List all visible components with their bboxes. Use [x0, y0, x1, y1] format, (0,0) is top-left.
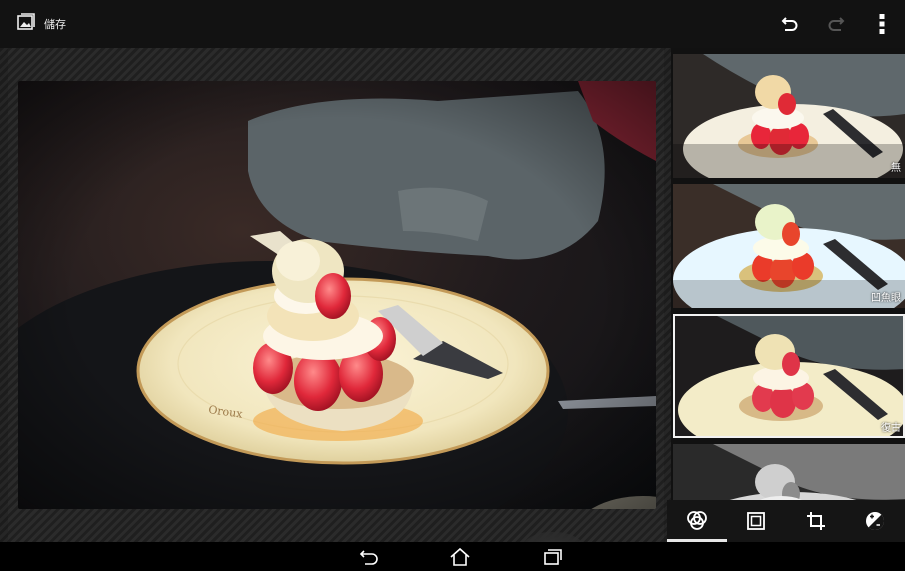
filter-thumb-grayscale[interactable] — [673, 444, 905, 502]
undo-button[interactable] — [767, 0, 813, 48]
home-icon — [450, 547, 470, 566]
filter-thumb-none[interactable]: 無 — [673, 54, 905, 178]
tool-crop[interactable] — [786, 500, 846, 542]
filter-effects-icon — [686, 511, 707, 530]
frame-icon — [747, 512, 766, 530]
crop-icon — [806, 512, 825, 530]
undo-icon — [781, 17, 798, 31]
filter-thumb-vintage[interactable]: 復古 — [673, 314, 905, 438]
editor-tool-bar — [667, 500, 905, 542]
editor-workspace: Oroux — [0, 48, 905, 542]
image-save-icon — [16, 12, 36, 36]
nav-back-button[interactable] — [340, 542, 400, 571]
tool-filter-effects[interactable] — [667, 500, 727, 542]
recents-icon — [544, 548, 562, 565]
more-vert-icon — [879, 14, 885, 34]
top-actions — [767, 0, 905, 48]
tool-adjust[interactable] — [846, 500, 905, 542]
redo-icon — [828, 17, 845, 31]
edited-photo[interactable]: Oroux — [18, 81, 656, 509]
system-nav-bar — [0, 542, 905, 571]
overflow-menu-button[interactable] — [859, 0, 905, 48]
filter-label: 無 — [891, 163, 901, 174]
filter-thumb-fisheye[interactable]: 凹魚眼 — [673, 184, 905, 308]
nav-home-button[interactable] — [430, 542, 490, 571]
filter-label: 復古 — [881, 423, 901, 434]
adjust-exposure-icon — [866, 512, 885, 531]
save-button[interactable]: 儲存 — [16, 8, 66, 40]
filter-label: 凹魚眼 — [871, 293, 901, 304]
redo-button[interactable] — [813, 0, 859, 48]
tool-frame[interactable] — [727, 500, 787, 542]
top-app-bar: 儲存 — [0, 0, 905, 48]
canvas-area: Oroux — [8, 48, 664, 542]
nav-recents-button[interactable] — [523, 542, 583, 571]
back-icon — [359, 549, 378, 565]
photo-editor-app: 儲存 無 凹魚眼 復古 — [0, 0, 905, 571]
save-label: 儲存 — [44, 18, 66, 31]
filter-strip[interactable]: 無 凹魚眼 復古 — [671, 48, 905, 502]
